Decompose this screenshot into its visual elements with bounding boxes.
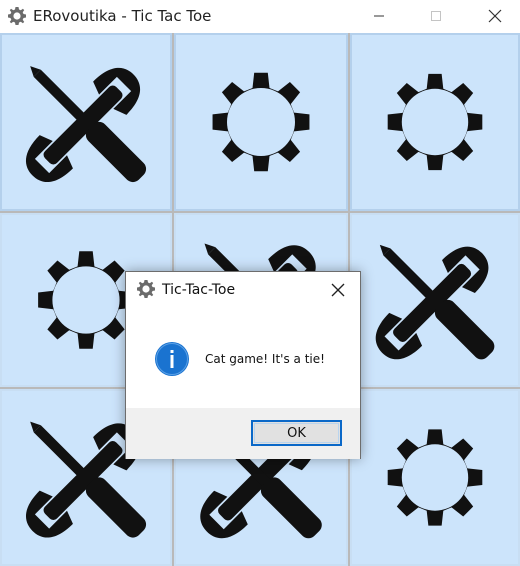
close-icon [488, 9, 502, 23]
wrench-screwdriver-icon [365, 236, 499, 370]
gear-icon [136, 279, 156, 299]
close-icon [331, 283, 345, 297]
board-cell-1[interactable] [0, 33, 172, 211]
board-cell-9[interactable] [350, 389, 520, 566]
board-cell-3[interactable] [350, 33, 520, 211]
window-title: ERovoutika - Tic Tac Toe [33, 7, 212, 25]
dialog-message: Cat game! It's a tie! [205, 352, 325, 366]
window-title-bar: ERovoutika - Tic Tac Toe [0, 0, 520, 32]
minimize-icon [374, 15, 384, 17]
maximize-button[interactable] [413, 0, 459, 32]
board-cell-6[interactable] [350, 213, 520, 387]
dialog-close-button[interactable] [323, 278, 353, 302]
gear-icon [387, 73, 483, 171]
close-button[interactable] [472, 0, 518, 32]
ok-button[interactable]: OK [251, 420, 342, 446]
info-icon [154, 341, 190, 377]
board-cell-2[interactable] [174, 33, 348, 211]
gear-icon [387, 429, 483, 526]
gear-icon [212, 72, 310, 172]
maximize-icon [431, 11, 441, 21]
tie-dialog: Tic-Tac-Toe Cat game! It's a tie! OK [125, 271, 361, 459]
gear-icon [7, 6, 27, 26]
dialog-footer: OK [126, 408, 360, 459]
minimize-button[interactable] [356, 0, 402, 32]
dialog-title: Tic-Tac-Toe [162, 282, 236, 298]
wrench-screwdriver-icon [15, 57, 151, 193]
